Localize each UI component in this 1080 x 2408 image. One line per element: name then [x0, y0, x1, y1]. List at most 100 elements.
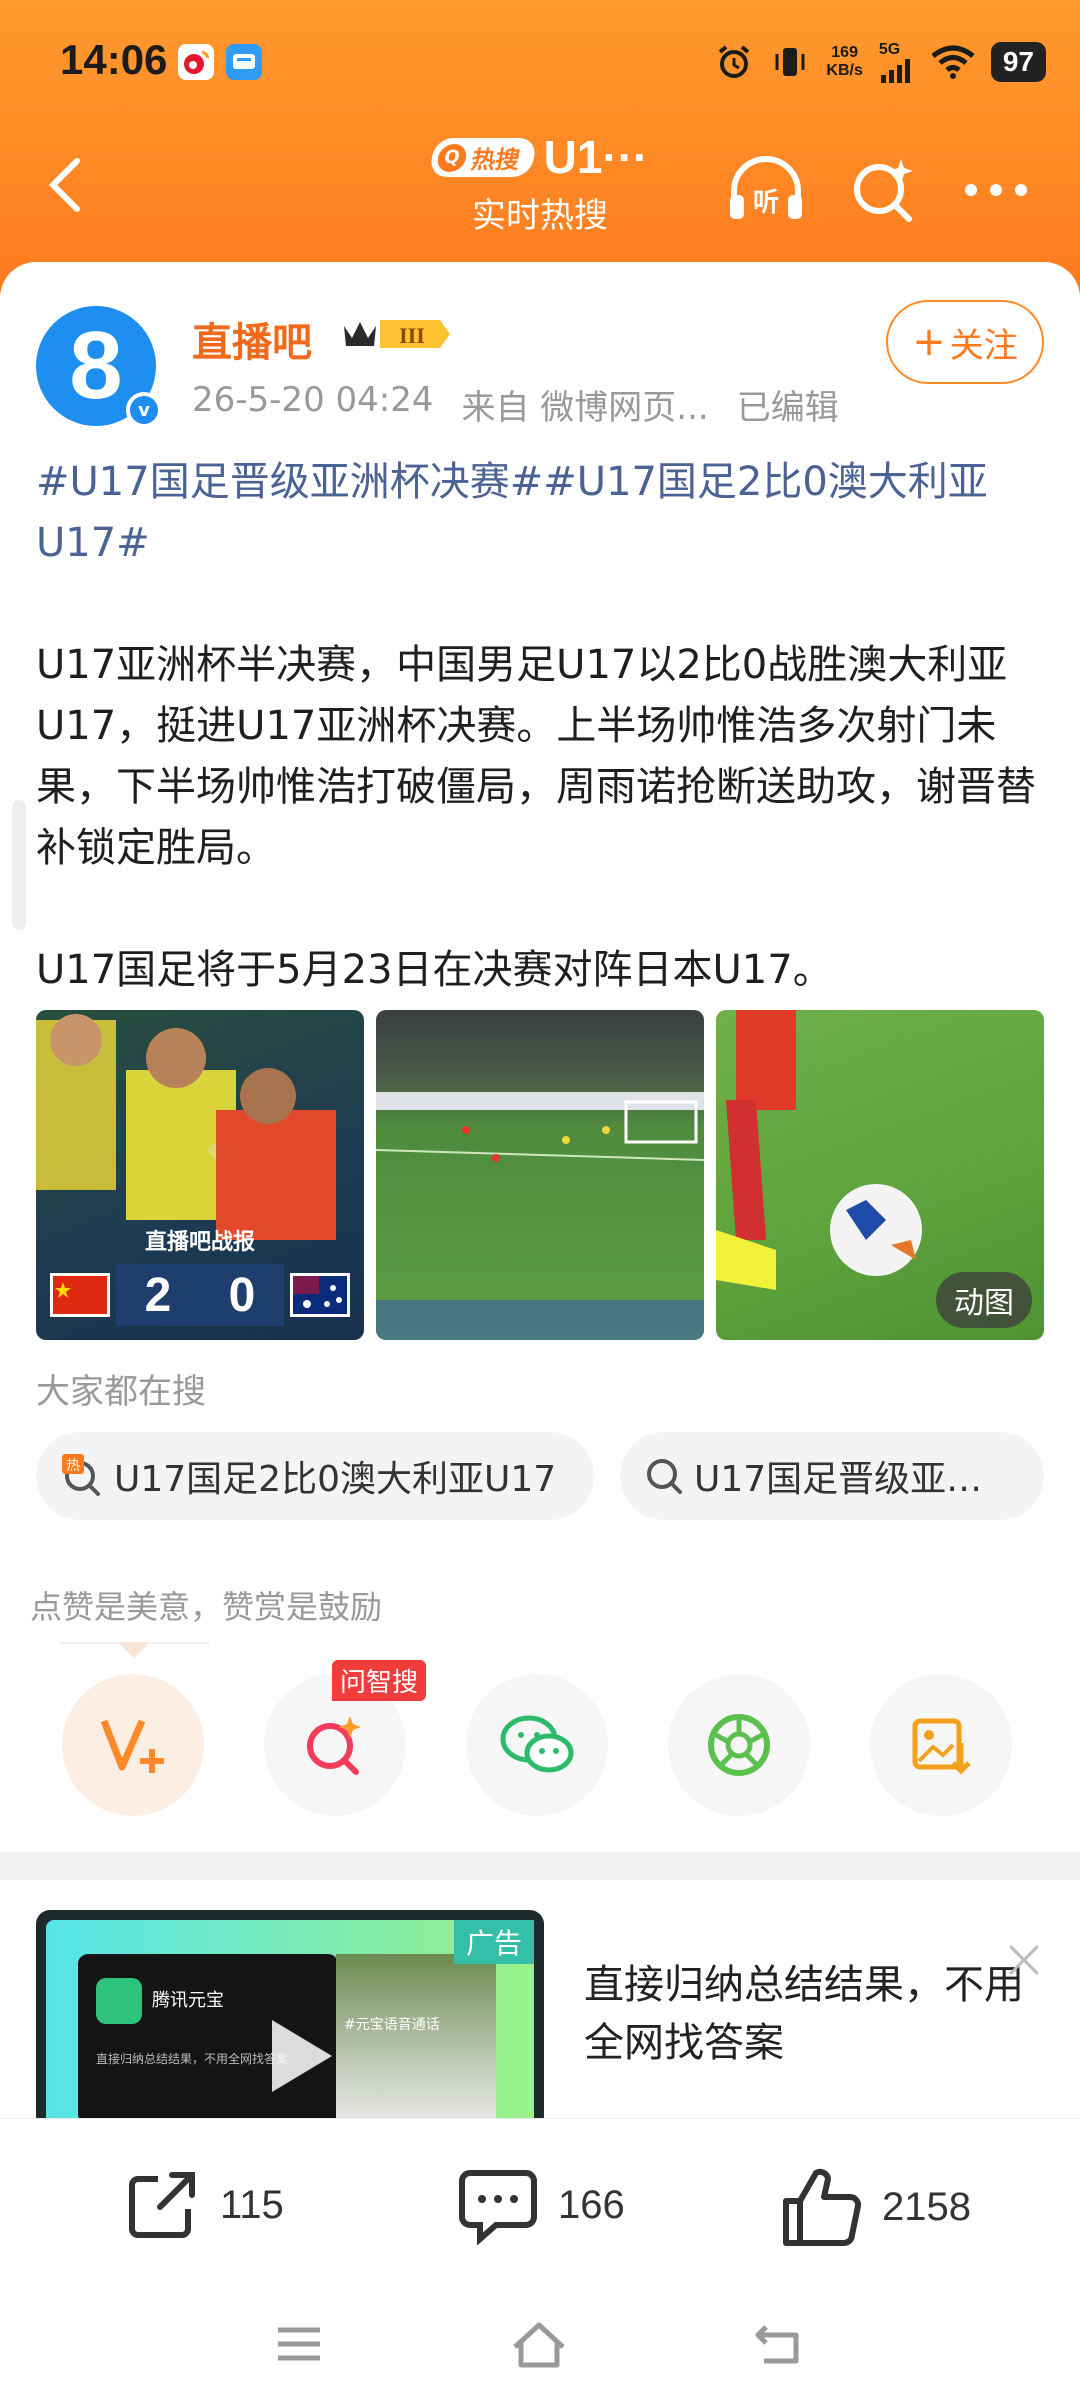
more-button[interactable] — [956, 150, 1036, 230]
post-topics[interactable]: #U17国足晋级亚洲杯决赛##U17国足2比0澳大利亚U17# — [36, 452, 1044, 574]
back-system-button[interactable] — [744, 2314, 814, 2374]
related-search-label-2: U17国足晋级亚… — [694, 1459, 983, 1500]
post-paragraph-1: U17亚洲杯半决赛，中国男足U17以2比0战胜澳大利亚U17，挺进U17亚洲杯决… — [36, 642, 1036, 871]
nav-title: U1··· — [543, 131, 649, 183]
home-icon — [513, 2322, 565, 2368]
v-plus-icon — [100, 1719, 164, 1773]
status-time: 14:06 — [60, 36, 168, 83]
hot-search-tag: Q 热搜 — [428, 137, 538, 177]
message-notification-icon — [226, 44, 262, 80]
moments-share-button[interactable] — [668, 1674, 810, 1816]
hot-tag-label: 热搜 — [468, 145, 522, 174]
side-scroll-handle[interactable] — [12, 800, 26, 930]
image-caption: 直播吧战报 — [144, 1230, 255, 1255]
thumbs-up-icon — [783, 2168, 862, 2246]
post-card: 8 v 直播吧 III 26-5-20 04:24 来自 微博网页... 已编辑… — [0, 262, 1080, 2408]
menu-icon — [278, 2327, 320, 2361]
ad-image[interactable]: 腾讯元宝 直接归纳总结结果，不用全网找答案 #元宝语音通话 广告 — [36, 1910, 544, 2130]
avatar-logo: 8 — [69, 312, 123, 419]
ad-app-name: 腾讯元宝 — [152, 1990, 224, 2011]
related-search-title: 大家都在搜 — [36, 1372, 206, 1412]
nav-title-block[interactable]: Q 热搜 U1··· 实时热搜 — [410, 130, 670, 237]
status-icons: 169 KB/s 5G 97 — [714, 38, 1046, 86]
chevron-left-icon — [48, 158, 80, 212]
post-meta: 26-5-20 04:24 来自 微博网页... 已编辑 — [192, 380, 839, 429]
hot-search-icon: 热 — [62, 1454, 100, 1496]
net-type: 5G — [878, 41, 901, 58]
related-search-chip-1[interactable]: 热 U17国足2比0澳大利亚U17 — [36, 1432, 594, 1520]
bottom-action-bar: 115 166 2158 — [0, 2118, 1080, 2288]
reward-hint: 点赞是美意，赞赏是鼓励 — [30, 1588, 383, 1626]
close-icon[interactable] — [1004, 1940, 1044, 1980]
like-count: 2158 — [882, 2184, 971, 2229]
search-icon — [647, 1459, 682, 1494]
alarm-icon — [719, 45, 750, 78]
post-source: 来自 微博网页... — [461, 388, 709, 428]
post-image-gif[interactable]: 动图 — [716, 1010, 1044, 1340]
score-home: 2 — [144, 1268, 172, 1322]
china-flag-icon — [50, 1273, 110, 1317]
wifi-icon — [931, 45, 975, 79]
match-field-illustration — [376, 1092, 704, 1340]
ad-photo-caption: #元宝语音通话 — [344, 2017, 440, 2033]
score-board: 2 0 — [50, 1264, 350, 1326]
sparkle-search-icon — [307, 1716, 361, 1775]
vibrate-icon — [775, 48, 805, 76]
share-button[interactable]: 115 — [122, 2165, 284, 2245]
ad-text[interactable]: 直接归纳总结结果，不用全网找答案 — [584, 1956, 1044, 2072]
author-name[interactable]: 直播吧 — [192, 310, 312, 368]
menu-button[interactable] — [264, 2314, 334, 2374]
follow-button[interactable]: + 关注 — [886, 300, 1044, 384]
ai-search-button[interactable] — [844, 150, 924, 230]
post-image-score[interactable]: 直播吧战报 2 0 — [36, 1010, 364, 1340]
follow-label: 关注 — [949, 325, 1018, 366]
related-search-label-1: U17国足2比0澳大利亚U17 — [114, 1459, 557, 1500]
weibo-post-page: 14:06 169 KB/s 5G 97 Q 热搜 U1··· 实时热搜 听 8… — [0, 0, 1080, 2408]
battery-indicator: 97 — [990, 42, 1046, 82]
weibo-notification-icon — [178, 44, 214, 80]
status-bar: 14:06 169 KB/s 5G 97 — [0, 0, 1080, 120]
wechat-icon — [500, 1715, 574, 1773]
listen-button[interactable]: 听 — [726, 150, 806, 230]
system-nav-bar — [0, 2290, 1080, 2408]
post-image-match[interactable] — [376, 1010, 704, 1340]
yuanbao-app-icon — [96, 1978, 142, 2024]
crown-badge-icon: III — [344, 320, 450, 348]
post-date: 26-5-20 04:24 — [192, 380, 434, 420]
nav-subtitle: 实时热搜 — [472, 196, 608, 236]
verified-icon: v — [126, 392, 162, 428]
save-image-button[interactable] — [870, 1674, 1012, 1816]
avatar[interactable]: 8 v — [36, 306, 162, 428]
nav-bar: Q 热搜 U1··· 实时热搜 听 — [0, 120, 1080, 260]
comment-button[interactable]: 166 — [456, 2165, 625, 2245]
post-images: 直播吧战报 2 0 动图 — [36, 1010, 1044, 1340]
comment-icon — [459, 2170, 537, 2245]
sparkle-search-icon — [854, 159, 913, 222]
home-button[interactable] — [504, 2314, 574, 2374]
ad-block[interactable]: 腾讯元宝 直接归纳总结结果，不用全网找答案 #元宝语音通话 广告 直接归纳总结结… — [0, 1880, 1080, 2130]
related-search-chip-2[interactable]: U17国足晋级亚… — [620, 1432, 1044, 1520]
section-divider — [0, 1852, 1080, 1880]
listen-label: 听 — [753, 188, 779, 218]
like-button[interactable]: 2158 — [780, 2165, 971, 2249]
share-count: 115 — [220, 2182, 284, 2227]
headphones-icon: 听 — [730, 156, 802, 219]
hot-mark: 热 — [66, 1458, 80, 1474]
wechat-share-button[interactable] — [466, 1674, 608, 1816]
post-edited: 已编辑 — [736, 388, 839, 428]
reward-caret — [118, 1642, 150, 1658]
back-button[interactable] — [30, 150, 100, 220]
post-paragraph-2: U17国足将于5月23日在决赛对阵日本U17。 — [36, 947, 833, 993]
net-speed-value: 169 — [831, 44, 858, 61]
score: 2 0 — [116, 1264, 284, 1326]
plus-icon: + — [912, 319, 946, 365]
share-icon — [129, 2172, 195, 2238]
reward-button[interactable] — [62, 1674, 204, 1816]
cell-signal: 5G — [879, 41, 915, 83]
score-away: 0 — [228, 1268, 256, 1322]
signal-bars-icon — [880, 59, 910, 83]
net-speed: 169 KB/s — [826, 44, 862, 80]
moments-icon — [708, 1714, 770, 1776]
gif-label: 动图 — [936, 1272, 1032, 1328]
back-arrow-icon — [755, 2325, 799, 2364]
